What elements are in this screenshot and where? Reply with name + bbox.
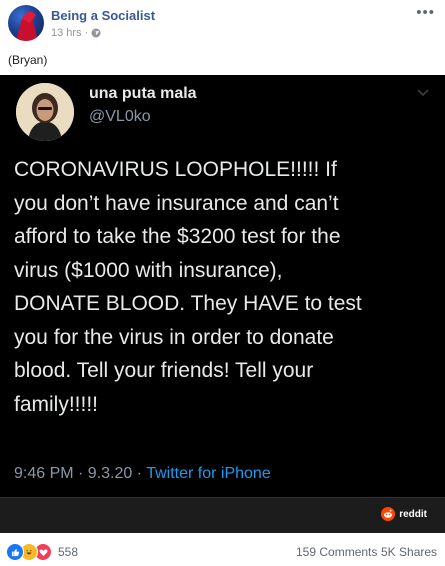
shares-count-link[interactable]: 5K Shares xyxy=(381,545,437,559)
reactions-summary[interactable]: 558 xyxy=(6,543,78,561)
reddit-watermark: reddit xyxy=(381,507,427,521)
like-icon xyxy=(6,543,24,561)
tweet-avatar xyxy=(16,83,74,141)
tweet-screenshot-image[interactable]: una puta mala @VL0ko CORONAVIRUS LOOPHOL… xyxy=(0,75,445,533)
tweet-time: 9:46 PM · 9.3.20 · xyxy=(14,465,147,482)
tweet-source: Twitter for iPhone xyxy=(146,465,271,482)
reddit-wordmark: reddit xyxy=(399,508,427,520)
reddit-logo-icon xyxy=(381,507,396,521)
post-header: Being a Socialist 13 hrs · ••• xyxy=(0,0,445,46)
post-timestamp[interactable]: 13 hrs · xyxy=(51,27,88,39)
more-options-icon[interactable]: ••• xyxy=(416,4,435,21)
post-footer: 558 159 Comments 5K Shares xyxy=(0,533,445,566)
comments-count-link[interactable]: 159 Comments xyxy=(296,545,377,559)
tweet-handle: @VL0ko xyxy=(89,108,151,125)
tweet-display-name: una puta mala xyxy=(89,85,197,102)
page-avatar[interactable] xyxy=(8,5,44,41)
globe-icon xyxy=(91,28,101,38)
page-name-link[interactable]: Being a Socialist xyxy=(51,8,155,23)
tweet-body-text: CORONAVIRUS LOOPHOLE!!!!! If you don’t h… xyxy=(14,158,362,416)
tweet-meta: 9:46 PM · 9.3.20 · Twitter for iPhone xyxy=(14,465,271,483)
watermark-bar: reddit xyxy=(0,498,445,533)
post-caption: (Bryan) xyxy=(8,53,48,67)
reaction-count[interactable]: 558 xyxy=(58,545,78,559)
chevron-down-icon xyxy=(417,89,429,97)
